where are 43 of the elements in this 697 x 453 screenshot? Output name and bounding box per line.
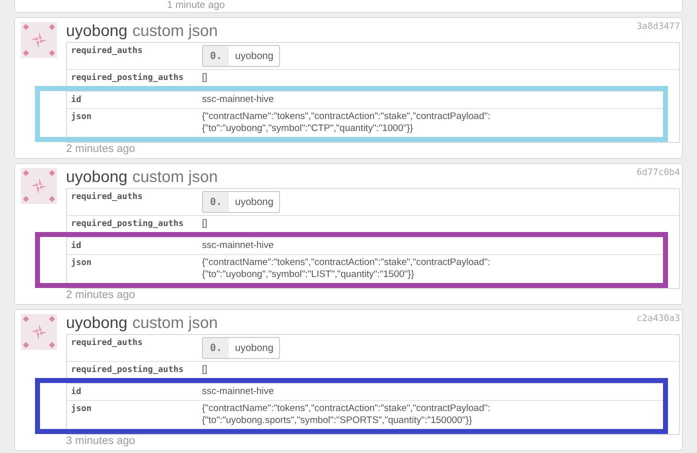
- timestamp: 1 minute ago: [167, 0, 225, 11]
- parameter-value: ssc-mainnet-hive: [202, 93, 275, 107]
- transaction-hash: c2a430a3: [636, 314, 680, 324]
- parameter-key: id: [67, 92, 202, 108]
- parameter-key: required_posting_auths: [67, 362, 202, 378]
- parameter-key: json: [67, 109, 202, 137]
- parameter-key: required_posting_auths: [67, 70, 202, 86]
- list-index: 0.: [203, 46, 230, 66]
- account-name: uyobong: [234, 196, 274, 210]
- parameter-value: {"contractName":"tokens","contractAction":"stake","contractPayload":{"to":"uyobong.sports","symbol":"SPORTS","quantity":"150000"}}: [202, 402, 492, 428]
- parameter-value: []: [202, 71, 208, 85]
- timestamp: 3 minutes ago: [66, 435, 136, 448]
- parameter-value: ssc-mainnet-hive: [202, 385, 275, 399]
- parameter-key: required_auths: [67, 43, 202, 69]
- parameter-value: ssc-mainnet-hive: [202, 239, 275, 253]
- parameter-key: id: [67, 384, 202, 400]
- operation-type: custom json: [132, 168, 218, 188]
- parameter-key: required_auths: [67, 189, 202, 215]
- parameter-value: {"contractName":"tokens","contractAction":"stake","contractPayload":{"to":"uyobong","symbol":"CTP","quantity":"1000"}}: [202, 110, 492, 136]
- avatar-icon: [21, 314, 57, 350]
- parameter-value: []: [202, 217, 208, 231]
- list-index: 0.: [203, 338, 230, 358]
- operation-type: custom json: [132, 22, 218, 42]
- author-link[interactable]: uyobong: [66, 22, 128, 42]
- avatar-icon: [21, 168, 57, 204]
- author-link[interactable]: uyobong: [66, 168, 128, 188]
- avatar-icon: [21, 22, 57, 58]
- timestamp: 2 minutes ago: [66, 289, 136, 302]
- list-index: 0.: [203, 192, 230, 212]
- parameter-key: required_posting_auths: [67, 216, 202, 232]
- timestamp: 2 minutes ago: [66, 143, 136, 156]
- parameter-key: id: [67, 238, 202, 254]
- author-link[interactable]: uyobong: [66, 314, 128, 334]
- transaction-hash: 6d77c0b4: [636, 168, 680, 178]
- operation-type: custom json: [132, 314, 218, 334]
- parameter-key: required_auths: [67, 335, 202, 361]
- account-name: uyobong: [234, 342, 274, 356]
- parameter-value: {"contractName":"tokens","contractAction":"stake","contractPayload":{"to":"uyobong","symbol":"LIST","quantity":"1500"}}: [202, 256, 492, 282]
- parameter-key: json: [67, 255, 202, 283]
- parameter-value: []: [202, 363, 208, 377]
- transaction-hash: 3a8d3477: [636, 22, 680, 32]
- parameter-key: json: [67, 401, 202, 429]
- account-name: uyobong: [234, 50, 274, 64]
